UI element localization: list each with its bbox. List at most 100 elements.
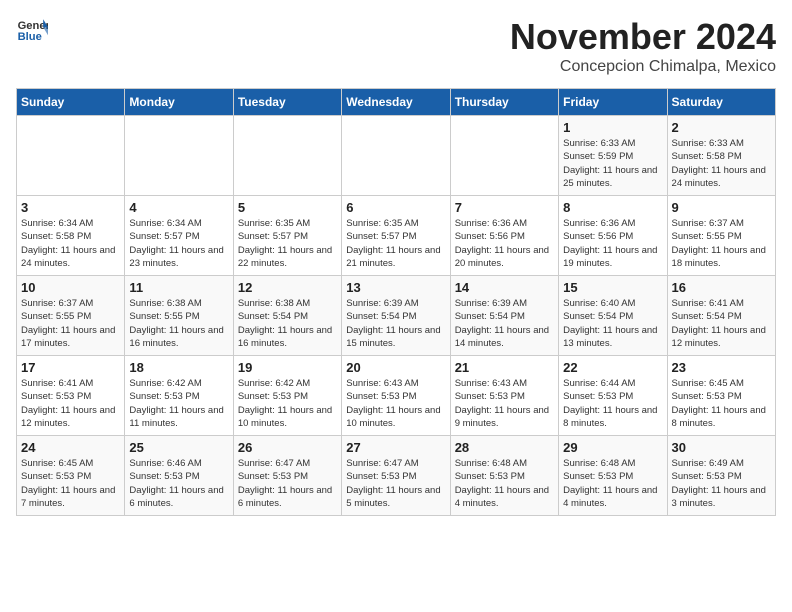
day-info: Sunrise: 6:38 AM Sunset: 5:54 PM Dayligh… — [238, 297, 337, 350]
day-info: Sunrise: 6:44 AM Sunset: 5:53 PM Dayligh… — [563, 377, 662, 430]
day-info: Sunrise: 6:36 AM Sunset: 5:56 PM Dayligh… — [563, 217, 662, 270]
day-number: 1 — [563, 120, 662, 135]
calendar-cell: 3 Sunrise: 6:34 AM Sunset: 5:58 PM Daylig… — [17, 196, 125, 276]
calendar-table: SundayMondayTuesdayWednesdayThursdayFrid… — [16, 88, 776, 516]
day-number: 28 — [455, 440, 554, 455]
day-info: Sunrise: 6:41 AM Sunset: 5:54 PM Dayligh… — [672, 297, 771, 350]
day-number: 22 — [563, 360, 662, 375]
day-info: Sunrise: 6:33 AM Sunset: 5:59 PM Dayligh… — [563, 137, 662, 190]
day-number: 9 — [672, 200, 771, 215]
day-info: Sunrise: 6:42 AM Sunset: 5:53 PM Dayligh… — [129, 377, 228, 430]
day-number: 8 — [563, 200, 662, 215]
svg-text:Blue: Blue — [18, 31, 42, 43]
day-number: 19 — [238, 360, 337, 375]
calendar-cell: 6Sunrise: 6:35 AM Sunset: 5:57 PM Daylig… — [342, 196, 450, 276]
location: Concepcion Chimalpa, Mexico — [510, 58, 776, 76]
calendar-cell: 15 Sunrise: 6:40 AM Sunset: 5:54 PM Dayli… — [559, 276, 667, 356]
day-number: 27 — [346, 440, 445, 455]
logo: General Blue — [16, 16, 48, 44]
day-info: Sunrise: 6:39 AM Sunset: 5:54 PM Dayligh… — [455, 297, 554, 350]
calendar-cell: 20Sunrise: 6:43 AM Sunset: 5:53 PM Dayli… — [342, 356, 450, 436]
calendar-cell: 8 Sunrise: 6:36 AM Sunset: 5:56 PM Daylig… — [559, 196, 667, 276]
day-number: 11 — [129, 280, 228, 295]
month-title: November 2024 — [510, 16, 776, 58]
day-number: 26 — [238, 440, 337, 455]
day-info: Sunrise: 6:48 AM Sunset: 5:53 PM Dayligh… — [455, 457, 554, 510]
day-number: 29 — [563, 440, 662, 455]
day-info: Sunrise: 6:37 AM Sunset: 5:55 PM Dayligh… — [672, 217, 771, 270]
day-number: 6 — [346, 200, 445, 215]
day-number: 30 — [672, 440, 771, 455]
calendar-cell: 11Sunrise: 6:38 AM Sunset: 5:55 PM Dayli… — [125, 276, 233, 356]
day-number: 10 — [21, 280, 120, 295]
calendar-cell: 12 Sunrise: 6:38 AM Sunset: 5:54 PM Dayli… — [233, 276, 341, 356]
day-number: 5 — [238, 200, 337, 215]
calendar-cell: 19 Sunrise: 6:42 AM Sunset: 5:53 PM Dayli… — [233, 356, 341, 436]
week-row-3: 10Sunrise: 6:37 AM Sunset: 5:55 PM Dayli… — [17, 276, 776, 356]
calendar-cell: 14 Sunrise: 6:39 AM Sunset: 5:54 PM Dayli… — [450, 276, 558, 356]
calendar-cell: 18Sunrise: 6:42 AM Sunset: 5:53 PM Dayli… — [125, 356, 233, 436]
day-number: 17 — [21, 360, 120, 375]
title-area: November 2024 Concepcion Chimalpa, Mexic… — [510, 16, 776, 76]
calendar-cell: 10Sunrise: 6:37 AM Sunset: 5:55 PM Dayli… — [17, 276, 125, 356]
day-number: 20 — [346, 360, 445, 375]
calendar-cell — [233, 116, 341, 196]
calendar-cell: 4 Sunrise: 6:34 AM Sunset: 5:57 PM Daylig… — [125, 196, 233, 276]
day-number: 16 — [672, 280, 771, 295]
calendar-cell — [450, 116, 558, 196]
day-info: Sunrise: 6:34 AM Sunset: 5:58 PM Dayligh… — [21, 217, 120, 270]
calendar-cell: 9 Sunrise: 6:37 AM Sunset: 5:55 PM Daylig… — [667, 196, 775, 276]
column-header-wednesday: Wednesday — [342, 89, 450, 116]
day-number: 14 — [455, 280, 554, 295]
day-number: 24 — [21, 440, 120, 455]
day-info: Sunrise: 6:36 AM Sunset: 5:56 PM Dayligh… — [455, 217, 554, 270]
day-number: 23 — [672, 360, 771, 375]
column-header-saturday: Saturday — [667, 89, 775, 116]
day-info: Sunrise: 6:40 AM Sunset: 5:54 PM Dayligh… — [563, 297, 662, 350]
week-row-4: 17 Sunrise: 6:41 AM Sunset: 5:53 PM Dayli… — [17, 356, 776, 436]
column-header-sunday: Sunday — [17, 89, 125, 116]
calendar-cell: 25 Sunrise: 6:46 AM Sunset: 5:53 PM Dayli… — [125, 436, 233, 516]
day-info: Sunrise: 6:45 AM Sunset: 5:53 PM Dayligh… — [672, 377, 771, 430]
calendar-cell — [17, 116, 125, 196]
day-info: Sunrise: 6:33 AM Sunset: 5:58 PM Dayligh… — [672, 137, 771, 190]
week-row-1: 1 Sunrise: 6:33 AM Sunset: 5:59 PM Daylig… — [17, 116, 776, 196]
calendar-cell — [125, 116, 233, 196]
calendar-cell: 28 Sunrise: 6:48 AM Sunset: 5:53 PM Dayli… — [450, 436, 558, 516]
day-number: 4 — [129, 200, 228, 215]
week-row-5: 24 Sunrise: 6:45 AM Sunset: 5:53 PM Dayli… — [17, 436, 776, 516]
day-info: Sunrise: 6:34 AM Sunset: 5:57 PM Dayligh… — [129, 217, 228, 270]
day-info: Sunrise: 6:41 AM Sunset: 5:53 PM Dayligh… — [21, 377, 120, 430]
day-number: 3 — [21, 200, 120, 215]
calendar-cell: 2Sunrise: 6:33 AM Sunset: 5:58 PM Daylig… — [667, 116, 775, 196]
week-row-2: 3 Sunrise: 6:34 AM Sunset: 5:58 PM Daylig… — [17, 196, 776, 276]
day-number: 25 — [129, 440, 228, 455]
day-info: Sunrise: 6:43 AM Sunset: 5:53 PM Dayligh… — [455, 377, 554, 430]
calendar-cell: 16 Sunrise: 6:41 AM Sunset: 5:54 PM Dayli… — [667, 276, 775, 356]
calendar-cell: 21Sunrise: 6:43 AM Sunset: 5:53 PM Dayli… — [450, 356, 558, 436]
day-info: Sunrise: 6:45 AM Sunset: 5:53 PM Dayligh… — [21, 457, 120, 510]
calendar-cell: 22 Sunrise: 6:44 AM Sunset: 5:53 PM Dayli… — [559, 356, 667, 436]
column-header-thursday: Thursday — [450, 89, 558, 116]
calendar-cell: 17 Sunrise: 6:41 AM Sunset: 5:53 PM Dayli… — [17, 356, 125, 436]
calendar-cell: 23 Sunrise: 6:45 AM Sunset: 5:53 PM Dayli… — [667, 356, 775, 436]
calendar-cell: 29Sunrise: 6:48 AM Sunset: 5:53 PM Dayli… — [559, 436, 667, 516]
day-number: 15 — [563, 280, 662, 295]
day-info: Sunrise: 6:47 AM Sunset: 5:53 PM Dayligh… — [238, 457, 337, 510]
calendar-cell: 13Sunrise: 6:39 AM Sunset: 5:54 PM Dayli… — [342, 276, 450, 356]
calendar-cell: 30 Sunrise: 6:49 AM Sunset: 5:53 PM Dayli… — [667, 436, 775, 516]
day-info: Sunrise: 6:49 AM Sunset: 5:53 PM Dayligh… — [672, 457, 771, 510]
day-number: 12 — [238, 280, 337, 295]
day-info: Sunrise: 6:46 AM Sunset: 5:53 PM Dayligh… — [129, 457, 228, 510]
day-number: 7 — [455, 200, 554, 215]
calendar-header-row: SundayMondayTuesdayWednesdayThursdayFrid… — [17, 89, 776, 116]
calendar-cell: 27 Sunrise: 6:47 AM Sunset: 5:53 PM Dayli… — [342, 436, 450, 516]
calendar-cell: 7 Sunrise: 6:36 AM Sunset: 5:56 PM Daylig… — [450, 196, 558, 276]
day-info: Sunrise: 6:35 AM Sunset: 5:57 PM Dayligh… — [238, 217, 337, 270]
column-header-monday: Monday — [125, 89, 233, 116]
day-info: Sunrise: 6:47 AM Sunset: 5:53 PM Dayligh… — [346, 457, 445, 510]
day-info: Sunrise: 6:42 AM Sunset: 5:53 PM Dayligh… — [238, 377, 337, 430]
column-header-friday: Friday — [559, 89, 667, 116]
calendar-cell: 24 Sunrise: 6:45 AM Sunset: 5:53 PM Dayli… — [17, 436, 125, 516]
day-number: 13 — [346, 280, 445, 295]
